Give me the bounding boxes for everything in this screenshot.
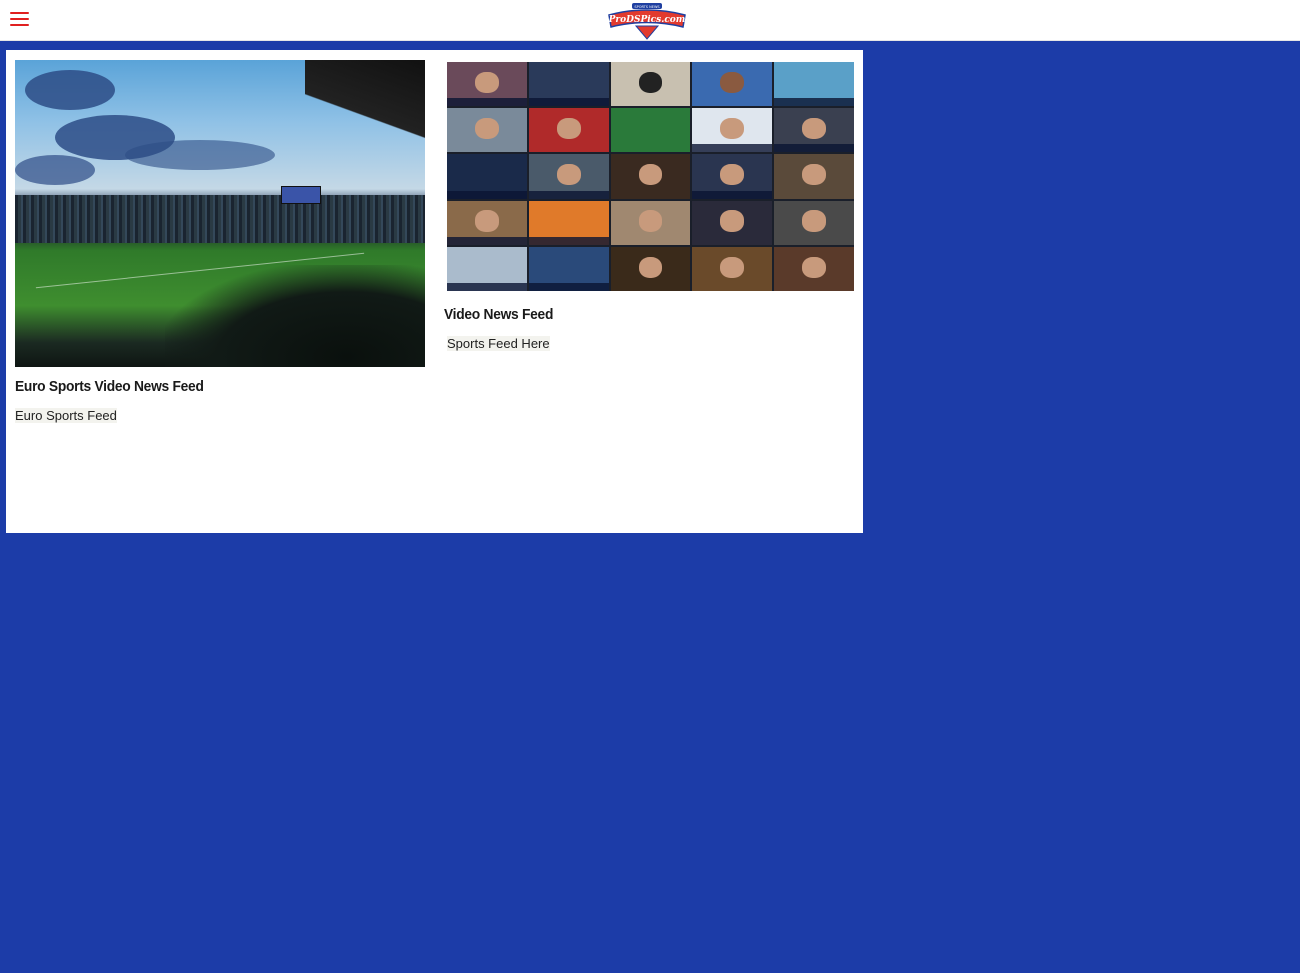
content-panel: Euro Sports Video News Feed Euro Sports … [6, 50, 863, 533]
logo-text: ProDSPics.com [608, 15, 686, 25]
logo-graphic: ProDSPics.com SPORTS NEWS [608, 3, 686, 40]
soccer-stadium-image[interactable] [15, 60, 425, 367]
hamburger-menu-icon[interactable] [10, 12, 29, 26]
card-title[interactable]: Euro Sports Video News Feed [15, 378, 204, 395]
card-description: Sports Feed Here [447, 336, 550, 351]
card-title[interactable]: Video News Feed [444, 306, 553, 323]
top-bar: ProDSPics.com SPORTS NEWS [0, 0, 1300, 41]
card-description: Euro Sports Feed [15, 408, 117, 423]
logo-subtext: SPORTS NEWS [634, 5, 660, 9]
video-collage-image[interactable] [447, 62, 854, 291]
site-logo[interactable]: ProDSPics.com SPORTS NEWS [606, 2, 688, 40]
